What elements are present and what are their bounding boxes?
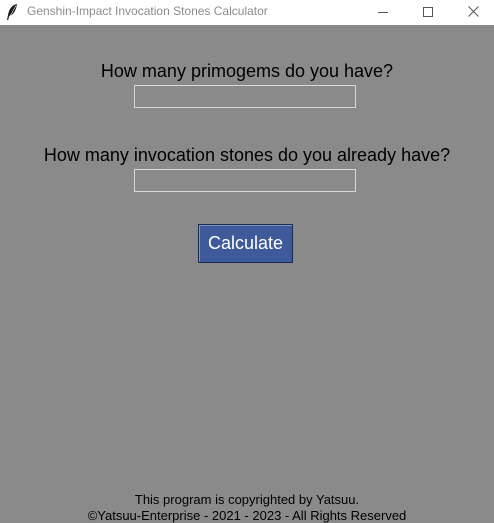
invocation-stones-label: How many invocation stones do you alread… (43, 145, 451, 165)
invocation-stones-input[interactable] (134, 169, 356, 192)
close-button[interactable] (450, 0, 494, 25)
primogems-input[interactable] (134, 85, 356, 108)
minimize-button[interactable] (360, 0, 406, 25)
copyright-notice: This program is copyrighted by Yatsuu. (134, 492, 360, 507)
minimize-icon (378, 4, 388, 22)
close-icon (467, 4, 479, 22)
feather-icon (5, 3, 19, 21)
window-title: Genshin-Impact Invocation Stones Calcula… (27, 4, 268, 18)
primogems-label: How many primogems do you have? (100, 61, 394, 81)
rights-notice: ©Yatsuu-Enterprise - 2021 - 2023 - All R… (87, 508, 407, 523)
app-window: Genshin-Impact Invocation Stones Calcula… (0, 0, 494, 523)
calculate-button[interactable]: Calculate (198, 224, 293, 263)
maximize-button[interactable] (405, 0, 451, 25)
title-bar[interactable]: Genshin-Impact Invocation Stones Calcula… (0, 0, 494, 25)
maximize-icon (423, 4, 433, 22)
